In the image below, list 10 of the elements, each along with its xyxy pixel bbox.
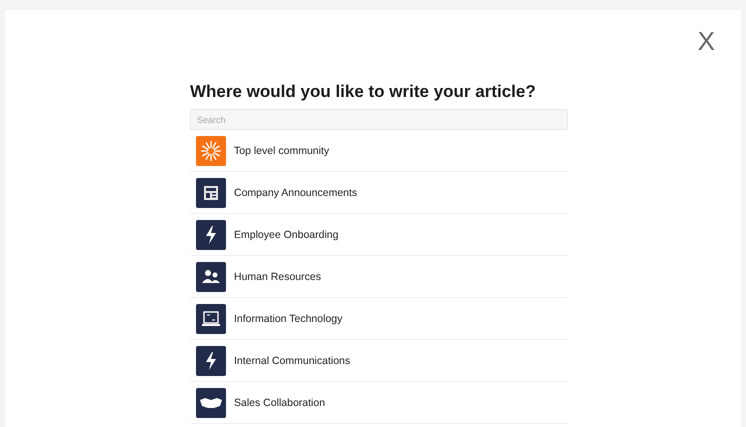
- close-button[interactable]: X: [698, 26, 715, 57]
- dialog-title: Where would you like to write your article?: [190, 82, 537, 102]
- community-item[interactable]: Top level community: [190, 130, 568, 172]
- community-item[interactable]: Human Resources: [190, 256, 568, 298]
- community-item[interactable]: Sales Collaboration: [190, 382, 568, 424]
- search-field[interactable]: Search: [190, 109, 568, 130]
- community-item[interactable]: Information Technology: [190, 298, 568, 340]
- community-item[interactable]: Internal Communications: [190, 340, 568, 382]
- community-item[interactable]: Employee Onboarding: [190, 214, 568, 256]
- community-item[interactable]: Company Announcements: [190, 172, 568, 214]
